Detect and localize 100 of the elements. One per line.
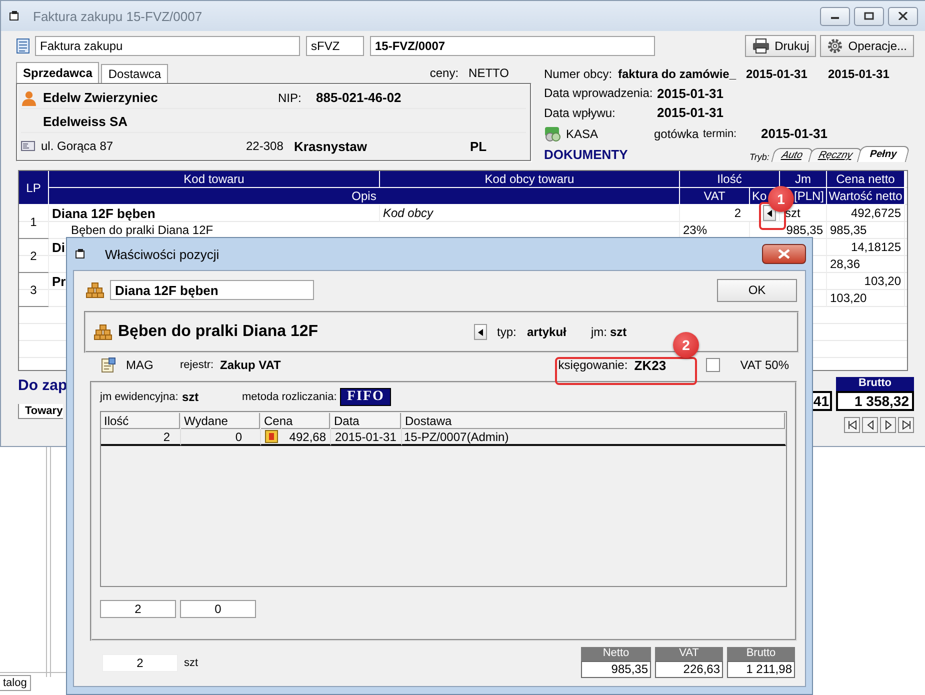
mode-label: Tryb: [750, 152, 770, 162]
previous-page-button[interactable] [862, 417, 878, 433]
column-total-field: 2 [100, 600, 176, 618]
register-label: rejestr: [180, 359, 215, 371]
bottom-tab[interactable]: Towary [18, 404, 63, 419]
summary-label: Brutto [727, 647, 795, 661]
boxes-icon [94, 324, 112, 340]
stock-unit-label: jm ewidencyjna: [100, 391, 180, 403]
warehouse-text: MAG [126, 358, 154, 372]
minimize-button[interactable] [820, 6, 850, 26]
catalog-tab[interactable]: talog [0, 675, 31, 691]
type-value: artykuł [527, 325, 568, 339]
previous-page-icon [864, 420, 876, 430]
column-header: VAT [680, 188, 750, 205]
first-page-button[interactable] [844, 417, 860, 433]
person-icon [21, 90, 37, 106]
party-tab[interactable]: Dostawca [101, 64, 168, 83]
document-type-field[interactable]: Faktura zakupu [35, 36, 300, 56]
type-label: typ: [497, 325, 518, 339]
entry-date-label: Data wprowadzenia: [544, 86, 654, 100]
maximize-icon [864, 12, 874, 20]
column-header: Kod towaru [49, 171, 380, 188]
table-cell: 0 [181, 429, 261, 446]
table-cell: 2 [19, 239, 49, 273]
close-button[interactable] [762, 244, 806, 264]
table-cell: 492,68 [289, 430, 326, 444]
address-card-icon [21, 141, 35, 151]
column-header: Jm [780, 171, 827, 188]
summary-value: 1 211,98 [727, 661, 795, 678]
column-header: Dostawa [402, 413, 785, 429]
table-cell: 103,20 [827, 290, 905, 307]
foreign-number-field[interactable]: faktura do zamówie_ [618, 66, 746, 81]
due-date-field[interactable]: 2015-01-31 [761, 126, 828, 142]
prices-value: NETTO [468, 66, 509, 80]
vat-checkbox[interactable] [706, 358, 720, 372]
column-header: Data [331, 413, 401, 429]
boxes-icon [86, 282, 104, 298]
to-pay-label: Do zap [18, 377, 68, 394]
mode-tab[interactable]: Ręczny [808, 148, 864, 162]
column-header: Kod obcy towaru [380, 171, 680, 188]
payment-method-text: gotówka [654, 126, 700, 141]
notepad-icon [100, 357, 116, 373]
series-field[interactable]: sFVZ [306, 36, 364, 56]
summary-label: VAT [655, 647, 723, 661]
posting-value: ZK23 [634, 358, 668, 372]
column-header: Ilość [680, 171, 780, 188]
fifo-badge: FIFO [340, 388, 392, 406]
ok-button[interactable]: OK [717, 278, 797, 302]
price-tag-icon [265, 430, 278, 443]
money-icon [544, 126, 562, 142]
column-header: Wartość netto [827, 188, 905, 205]
summary-value: 985,35 [581, 661, 651, 678]
quantity-unit: szt [184, 656, 198, 668]
country-text: PL [470, 138, 487, 154]
column-header: [PLN] [794, 189, 824, 203]
method-label: metoda rozliczania: [242, 391, 338, 403]
quantity-field[interactable]: 2 [102, 654, 178, 672]
table-cell: 14,18125 [827, 239, 905, 256]
mode-tab[interactable]: Pełny [857, 146, 910, 162]
summary-value: 226,63 [655, 661, 723, 678]
unit-value: szt [610, 325, 627, 339]
foreign-date-field[interactable]: 2015-01-31 [828, 66, 890, 81]
column-header: Ilość [101, 413, 180, 429]
table-cell: 985,35 [827, 222, 905, 239]
table-cell: 2 [734, 206, 741, 220]
due-date-label: termin: [703, 128, 738, 140]
foreign-date-field[interactable]: 2015-01-31 [746, 66, 828, 81]
item-name: Bęben do pralki Diana 12F [118, 323, 320, 341]
seller-name: Edelw Zwierzyniec [43, 90, 159, 105]
close-button[interactable] [888, 6, 918, 26]
left-arrow-button[interactable] [474, 324, 487, 340]
city-text: Krasnystaw [294, 138, 368, 154]
operations-button[interactable]: Operacje... [820, 35, 914, 57]
left-arrow-icon [478, 328, 483, 336]
maximize-button[interactable] [854, 6, 884, 26]
receipt-date-field[interactable]: 2015-01-31 [657, 105, 724, 120]
print-button[interactable]: Drukuj [744, 35, 816, 57]
column-header: Cena [261, 413, 330, 429]
next-page-button[interactable] [880, 417, 896, 433]
total-value: 1 358,32 [836, 391, 914, 411]
left-arrow-icon [767, 210, 772, 216]
postcode-text: 22-308 [246, 139, 284, 153]
last-page-button[interactable] [898, 417, 914, 433]
table-cell: 1 [19, 205, 49, 239]
table-cell: Kod obcy [380, 205, 680, 222]
party-tab[interactable]: Sprzedawca [16, 62, 100, 83]
seller-full-name: Edelweiss SA [43, 114, 128, 129]
entry-date-field[interactable]: 2015-01-31 [657, 86, 724, 101]
column-header: Wydane [181, 413, 260, 429]
mode-tab[interactable]: Auto [772, 148, 814, 162]
document-number-field[interactable]: 15-FVZ/0007 [370, 36, 655, 56]
printer-icon [752, 38, 770, 54]
register-value: Zakup VAT [220, 358, 281, 372]
prices-label: ceny: [430, 66, 459, 80]
vat-50-label: VAT 50% [740, 358, 789, 372]
window-icon [9, 11, 19, 21]
item-code-field[interactable]: Diana 12F bęben [110, 280, 314, 300]
first-page-icon [846, 420, 858, 430]
last-page-icon [900, 420, 912, 430]
column-header: Ko [752, 189, 767, 203]
